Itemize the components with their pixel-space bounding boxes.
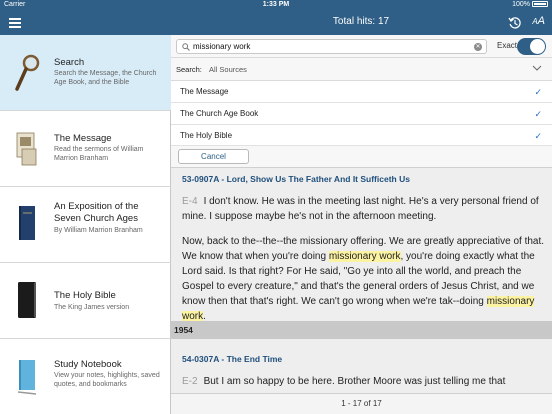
source-option-holy-bible[interactable]: The Holy Bible ✓ — [171, 125, 552, 146]
page-title: Total hits: 17 — [332, 16, 390, 27]
clear-icon[interactable]: ✕ — [474, 43, 482, 51]
sidebar-item-desc: The King James version — [54, 304, 130, 311]
sidebar-item-title: The Holy Bible — [54, 290, 116, 301]
chevron-down-icon — [532, 65, 542, 71]
sidebar-item-title: Search — [54, 57, 85, 68]
font-size-icon[interactable]: AA — [532, 15, 545, 27]
sermon-title[interactable]: 53-0907A - Lord, Show Us The Father And … — [182, 174, 410, 184]
book-icon — [19, 206, 35, 240]
source-option-church-age-book[interactable]: The Church Age Book ✓ — [171, 103, 552, 125]
exact-label: Exact — [497, 41, 518, 50]
sidebar-item-title: The Message — [54, 133, 112, 144]
sidebar-item-title: An Exposition of the Seven Church Ages — [54, 201, 139, 224]
paragraph-number: E-2 — [182, 376, 198, 387]
search-icon — [182, 43, 190, 51]
sidebar-item-the-message[interactable]: The Message Read the sermons of William … — [0, 111, 171, 187]
results-pager: 1 - 17 of 17 — [171, 393, 552, 414]
books-icon — [16, 132, 37, 166]
sidebar-item-desc: Search the Message, the Church Age Book,… — [54, 70, 157, 86]
result-paragraph[interactable]: E-4 I don't know. He was in the meeting l… — [182, 194, 547, 224]
paragraph-text: I don't know. He was in the meeting last… — [182, 196, 539, 222]
bible-icon — [18, 282, 36, 318]
search-input[interactable] — [193, 41, 463, 52]
notebook-icon — [17, 360, 37, 395]
year-header: 1954 — [171, 321, 552, 339]
menu-icon[interactable] — [9, 18, 21, 28]
sidebar-item-desc: View your notes, highlights, saved quote… — [54, 372, 160, 388]
cancel-button[interactable]: Cancel — [178, 149, 249, 164]
search-scope[interactable]: Search: All Sources — [171, 58, 552, 81]
search-bar: ✕ Exact — [171, 35, 552, 58]
checkmark-icon: ✓ — [534, 131, 542, 141]
search-box[interactable]: ✕ — [176, 39, 487, 54]
source-label: The Church Age Book — [180, 109, 259, 118]
sidebar: Search Search the Message, the Church Ag… — [0, 35, 171, 414]
result-paragraph[interactable]: E-2 But I am so happy to be here. Brother… — [182, 374, 547, 389]
status-bar: Carrier 1:33 PM 100% — [0, 0, 552, 11]
result-paragraph[interactable]: Now, back to the--the--the missionary of… — [182, 234, 547, 324]
search-highlight: missionary work — [328, 251, 401, 262]
paragraph-text: But I am so happy to be here. Brother Mo… — [203, 376, 506, 387]
source-label: The Message — [180, 87, 229, 96]
status-time: 1:33 PM — [262, 1, 290, 8]
toggle-knob — [530, 39, 545, 54]
battery-indicator: 100% — [512, 1, 548, 8]
sidebar-item-search[interactable]: Search Search the Message, the Church Ag… — [0, 35, 171, 111]
sidebar-item-church-ages[interactable]: An Exposition of the Seven Church Ages B… — [0, 187, 171, 263]
checkmark-icon: ✓ — [534, 87, 542, 97]
sidebar-item-desc: By William Marrion Branham — [54, 227, 143, 234]
sidebar-item-study-notebook[interactable]: Study Notebook View your notes, highligh… — [0, 339, 171, 414]
sermon-title[interactable]: 54-0307A - The End Time — [182, 354, 282, 364]
battery-icon — [532, 1, 548, 8]
source-option-message[interactable]: The Message ✓ — [171, 81, 552, 103]
battery-percent: 100% — [512, 1, 530, 8]
scope-value: All Sources — [209, 65, 247, 74]
nav-bar: Total hits: 17 AA — [0, 11, 552, 35]
sidebar-item-title: Study Notebook — [54, 359, 122, 370]
paragraph-number: E-4 — [182, 196, 198, 207]
sidebar-item-holy-bible[interactable]: The Holy Bible The King James version — [0, 263, 171, 339]
magnifier-icon — [15, 54, 40, 91]
cancel-bar: Cancel — [171, 146, 552, 168]
history-icon[interactable] — [508, 16, 522, 30]
source-label: The Holy Bible — [180, 131, 233, 140]
scope-label: Search: — [176, 65, 202, 74]
sidebar-item-desc: Read the sermons of William Marrion Bran… — [54, 146, 144, 162]
exact-toggle[interactable] — [517, 38, 546, 55]
results-list[interactable]: 53-0907A - Lord, Show Us The Father And … — [171, 168, 552, 393]
checkmark-icon: ✓ — [534, 109, 542, 119]
